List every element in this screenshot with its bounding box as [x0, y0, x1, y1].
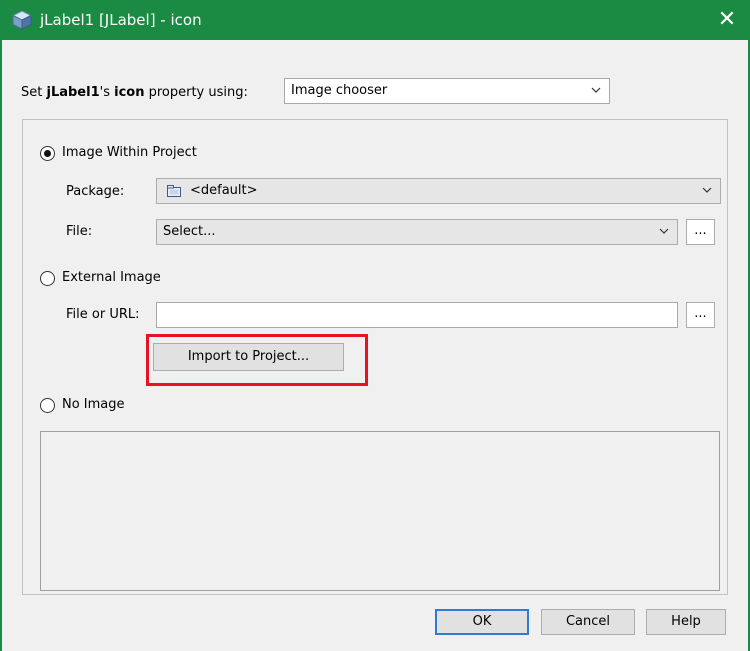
ok-button[interactable]: OK: [435, 609, 529, 635]
property-suffix: property using:: [144, 85, 248, 100]
property-editor-line: Set jLabel1's icon property using:: [21, 79, 248, 107]
editor-mode-value: Image chooser: [291, 83, 388, 98]
close-button[interactable]: ✕: [704, 0, 750, 40]
window-border-left: [0, 40, 2, 651]
no-image-radio[interactable]: [40, 398, 55, 413]
cancel-button[interactable]: Cancel: [541, 609, 635, 635]
image-preview-area: [40, 431, 720, 591]
url-browse-button[interactable]: ...: [686, 302, 715, 328]
close-icon: ✕: [717, 7, 737, 32]
chevron-down-icon: [702, 187, 712, 193]
property-prefix: Set: [21, 85, 47, 100]
package-value: <default>: [190, 183, 258, 198]
property-possessive: 's: [99, 85, 115, 100]
file-or-url-label: File or URL:: [66, 307, 140, 322]
property-name: icon: [114, 85, 145, 100]
no-image-label[interactable]: No Image: [62, 395, 125, 415]
file-browse-button[interactable]: ...: [686, 219, 715, 245]
package-select[interactable]: <default>: [156, 178, 721, 204]
chevron-down-icon: [659, 228, 669, 234]
package-label: Package:: [66, 184, 125, 199]
file-or-url-input[interactable]: [156, 302, 678, 328]
component-name: jLabel1: [46, 85, 100, 100]
image-within-project-radio[interactable]: [40, 146, 55, 161]
external-image-radio[interactable]: [40, 271, 55, 286]
file-select-value: Select...: [163, 224, 216, 239]
highlight-annotation-box: [146, 334, 368, 386]
package-icon: [167, 185, 181, 197]
external-image-label[interactable]: External Image: [62, 268, 161, 288]
editor-mode-select[interactable]: Image chooser: [284, 78, 610, 104]
title-bar: jLabel1 [JLabel] - icon ✕: [0, 0, 750, 40]
window-title: jLabel1 [JLabel] - icon: [40, 11, 202, 29]
file-select[interactable]: Select...: [156, 219, 678, 245]
chevron-down-icon: [591, 87, 601, 93]
cube-icon: [11, 10, 33, 30]
image-within-project-label[interactable]: Image Within Project: [62, 143, 197, 163]
file-label: File:: [66, 224, 93, 239]
help-button[interactable]: Help: [646, 609, 726, 635]
